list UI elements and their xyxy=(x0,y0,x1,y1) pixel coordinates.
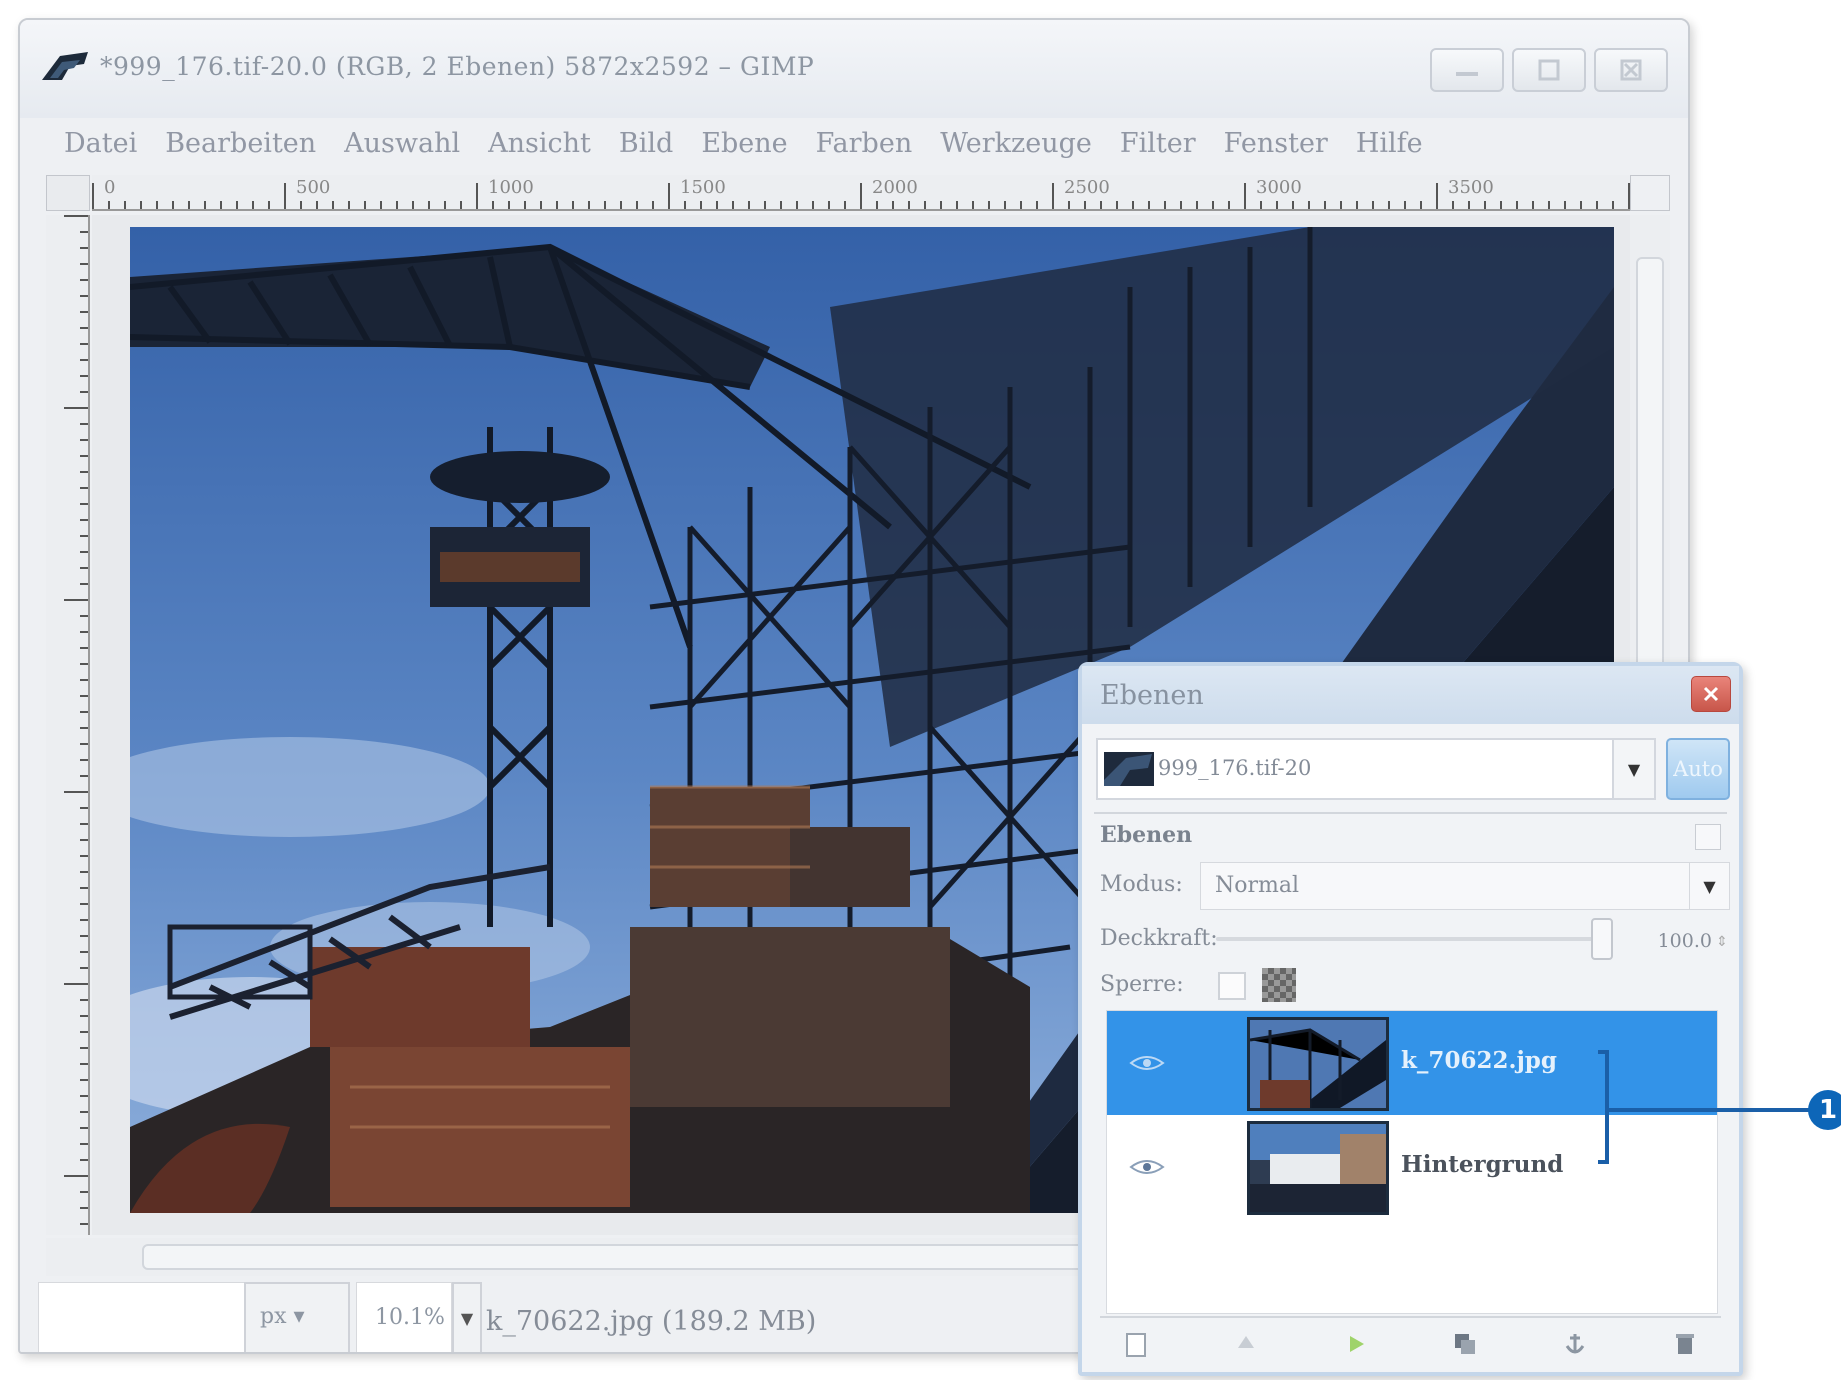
lock-pixels-checkbox[interactable] xyxy=(1218,972,1246,1000)
raise-layer-button[interactable] xyxy=(1228,1326,1264,1362)
menu-auswahl[interactable]: Auswahl xyxy=(330,128,474,159)
new-layer-button[interactable] xyxy=(1118,1326,1154,1362)
dialog-title-bar[interactable]: Ebenen xyxy=(1082,666,1739,724)
anchor-layer-button[interactable] xyxy=(1557,1326,1593,1362)
eye-icon xyxy=(1129,1160,1165,1174)
visibility-toggle[interactable] xyxy=(1119,1047,1175,1079)
duplicate-layer-button[interactable] xyxy=(1447,1326,1483,1362)
menu-werkzeuge[interactable]: Werkzeuge xyxy=(926,128,1106,159)
dialog-close-button[interactable] xyxy=(1691,676,1731,712)
chevron-down-icon: ▾ xyxy=(293,1304,305,1329)
close-icon xyxy=(1620,59,1642,81)
layer-thumbnail xyxy=(1247,1121,1389,1215)
menu-bearbeiten[interactable]: Bearbeiten xyxy=(151,128,330,159)
layer-thumbnail-image xyxy=(1250,1124,1386,1212)
ruler-label: 2000 xyxy=(872,177,918,198)
ruler-label: 0 xyxy=(104,177,116,198)
visibility-toggle[interactable] xyxy=(1119,1151,1175,1183)
layer-name[interactable]: Hintergrund xyxy=(1401,1151,1563,1178)
gimp-logo-icon xyxy=(42,52,88,80)
delete-layer-icon xyxy=(1675,1334,1694,1354)
image-select[interactable]: 999_176.tif-20 ▼ xyxy=(1096,738,1656,800)
status-message: k_70622.jpg (189.2 MB) xyxy=(486,1306,817,1337)
opacity-spin-button[interactable]: ⇕ xyxy=(1714,922,1730,962)
slider-track xyxy=(1216,937,1602,941)
callout-line xyxy=(1605,1050,1609,1164)
lock-alpha-icon[interactable] xyxy=(1262,968,1296,1002)
dialog-title: Ebenen xyxy=(1100,680,1204,711)
new-layer-icon xyxy=(1126,1333,1146,1357)
menu-ansicht[interactable]: Ansicht xyxy=(474,128,605,159)
chevron-down-icon: ▼ xyxy=(1627,759,1641,779)
opacity-label: Deckkraft: xyxy=(1100,926,1218,951)
quick-mask-toggle[interactable] xyxy=(46,175,90,211)
layers-tab-heading: Ebenen xyxy=(1100,822,1193,848)
layer-row[interactable]: k_70622.jpg xyxy=(1107,1011,1717,1115)
image-select-arrow[interactable]: ▼ xyxy=(1612,740,1654,798)
zoom-dropdown-button[interactable]: ▼ xyxy=(452,1282,482,1352)
title-bar[interactable]: *999_176.tif-20.0 (RGB, 2 Ebenen) 5872x2… xyxy=(20,20,1688,118)
unit-select[interactable]: px ▾ xyxy=(244,1282,350,1352)
vertical-ruler[interactable] xyxy=(46,215,90,1235)
window-title: *999_176.tif-20.0 (RGB, 2 Ebenen) 5872x2… xyxy=(100,52,815,81)
lock-label: Sperre: xyxy=(1100,972,1184,997)
raise-layer-icon xyxy=(1237,1336,1254,1348)
close-button[interactable] xyxy=(1594,48,1668,92)
mode-label: Modus: xyxy=(1100,872,1183,897)
close-icon xyxy=(1703,686,1719,702)
ruler-label: 3000 xyxy=(1256,177,1302,198)
opacity-slider[interactable] xyxy=(1216,918,1613,960)
mode-select-arrow[interactable]: ▼ xyxy=(1689,863,1729,909)
menu-hilfe[interactable]: Hilfe xyxy=(1342,128,1437,159)
maximize-button[interactable] xyxy=(1512,48,1586,92)
layers-dialog: Ebenen 999_176.tif-20 ▼ Auto Ebenen Modu… xyxy=(1078,662,1743,1376)
layer-thumbnail xyxy=(1247,1017,1389,1111)
horizontal-ruler[interactable]: 0 500 1000 1500 2000 2500 3000 3500 xyxy=(92,175,1640,211)
layer-row[interactable]: Hintergrund xyxy=(1107,1115,1717,1219)
auto-button[interactable]: Auto xyxy=(1666,738,1730,800)
ruler-label: 1000 xyxy=(488,177,534,198)
menu-filter[interactable]: Filter xyxy=(1106,128,1210,159)
chevron-down-icon: ▼ xyxy=(1703,876,1716,896)
anchor-layer-icon xyxy=(1565,1334,1585,1354)
menu-datei[interactable]: Datei xyxy=(50,128,151,159)
layer-list[interactable]: k_70622.jpg Hintergrund xyxy=(1106,1010,1718,1314)
lower-layer-button[interactable] xyxy=(1338,1326,1374,1362)
chevron-down-icon: ▼ xyxy=(460,1308,474,1328)
delete-layer-button[interactable] xyxy=(1667,1326,1703,1362)
zoom-input[interactable]: 10.1% xyxy=(356,1282,452,1352)
zoom-on-resize-button[interactable] xyxy=(1630,175,1670,211)
eye-icon xyxy=(1129,1056,1165,1070)
menu-bild[interactable]: Bild xyxy=(605,128,687,159)
minimize-button[interactable] xyxy=(1430,48,1504,92)
callout-line xyxy=(1607,1108,1811,1112)
ruler-label: 3500 xyxy=(1448,177,1494,198)
unit-value: px xyxy=(260,1304,287,1329)
duplicate-layer-icon xyxy=(1455,1334,1476,1354)
menu-ebene[interactable]: Ebene xyxy=(687,128,801,159)
ruler-label: 1500 xyxy=(680,177,726,198)
menu-farben[interactable]: Farben xyxy=(802,128,927,159)
mode-select[interactable]: Normal ▼ xyxy=(1200,862,1730,910)
mode-value: Normal xyxy=(1215,873,1300,898)
divider xyxy=(1094,812,1727,814)
lower-layer-icon xyxy=(1349,1336,1364,1352)
callout-number-badge: 1 xyxy=(1808,1090,1841,1130)
layer-name[interactable]: k_70622.jpg xyxy=(1401,1047,1557,1074)
menu-fenster[interactable]: Fenster xyxy=(1210,128,1342,159)
slider-handle[interactable] xyxy=(1591,918,1613,960)
layers-footer-toolbar xyxy=(1100,1316,1721,1370)
minimize-icon xyxy=(1456,72,1478,76)
opacity-value[interactable]: 100.0 xyxy=(1622,922,1712,962)
pointer-coordinates xyxy=(38,1282,248,1352)
layer-thumbnail-image xyxy=(1250,1020,1386,1108)
tab-menu-button[interactable] xyxy=(1695,824,1721,850)
ruler-label: 2500 xyxy=(1064,177,1110,198)
maximize-icon xyxy=(1538,59,1560,81)
ruler-label: 500 xyxy=(296,177,331,198)
image-thumbnail-icon xyxy=(1104,752,1154,786)
image-name: 999_176.tif-20 xyxy=(1158,756,1312,780)
menu-bar: Datei Bearbeiten Auswahl Ansicht Bild Eb… xyxy=(20,118,1688,168)
